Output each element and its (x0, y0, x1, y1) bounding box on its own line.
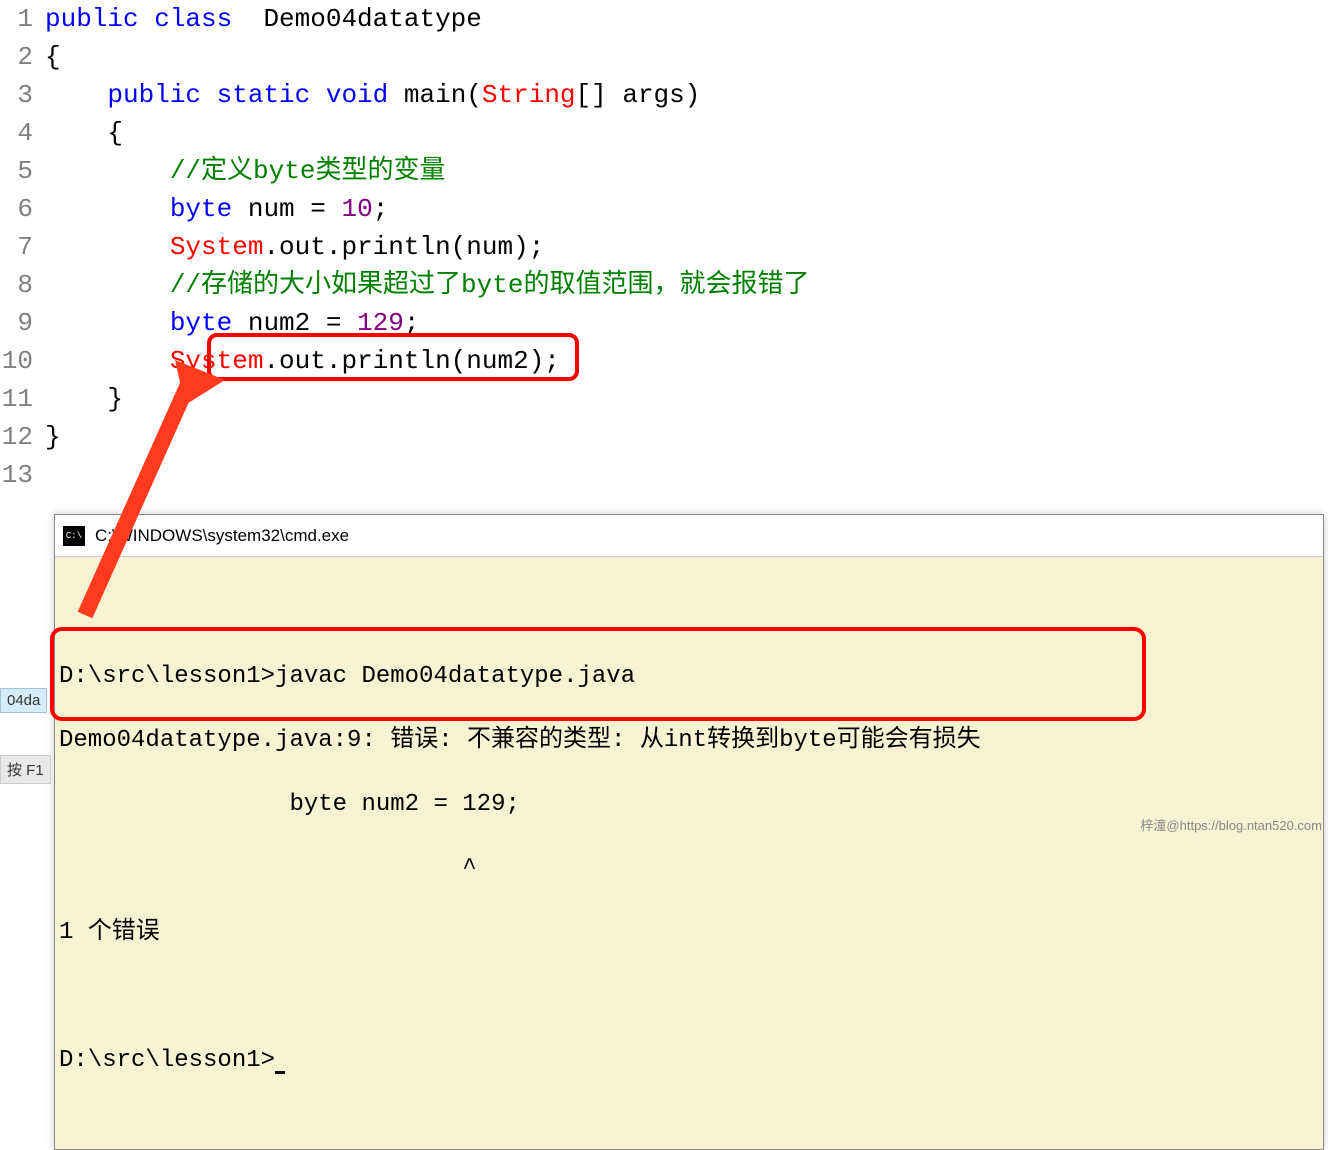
code-line[interactable]: System.out.println(num); (45, 228, 1328, 266)
cmd-title-text: C:\WINDOWS\system32\cmd.exe (95, 526, 349, 546)
code-token: num = (232, 194, 341, 224)
code-line[interactable]: { (45, 114, 1328, 152)
code-line[interactable]: //定义byte类型的变量 (45, 152, 1328, 190)
line-number: 6 (0, 190, 33, 228)
line-number: 11 (0, 380, 33, 418)
line-number: 1 (0, 0, 33, 38)
code-line[interactable]: public static void main(String[] args) (45, 76, 1328, 114)
line-number: 9 (0, 304, 33, 342)
code-editor: 12345678910111213 public class Demo04dat… (0, 0, 1328, 494)
code-token (45, 194, 170, 224)
cmd-line (59, 597, 1319, 629)
line-number: 4 (0, 114, 33, 152)
code-token (45, 346, 170, 376)
cmd-prompt-line: D:\src\lesson1> (59, 1045, 1319, 1077)
code-token: { (45, 118, 123, 148)
code-token (45, 80, 107, 110)
code-token: public class (45, 4, 232, 34)
code-token: public static void (107, 80, 388, 110)
line-number: 3 (0, 76, 33, 114)
code-line[interactable]: byte num2 = 129; (45, 304, 1328, 342)
code-token: main( (388, 80, 482, 110)
cmd-titlebar[interactable]: C:\WINDOWS\system32\cmd.exe (55, 515, 1323, 557)
code-line[interactable]: { (45, 38, 1328, 76)
code-token: [] args) (576, 80, 701, 110)
code-token (45, 308, 170, 338)
cmd-line: Demo04datatype.java:9: 错误: 不兼容的类型: 从int转… (59, 725, 1319, 757)
code-token: .out.println(num2); (263, 346, 559, 376)
code-token: //定义byte类型的变量 (170, 156, 446, 186)
code-token: ; (404, 308, 420, 338)
line-number: 13 (0, 456, 33, 494)
code-content[interactable]: public class Demo04datatype { public stat… (45, 0, 1328, 494)
tab-fragment-1[interactable]: 04da (0, 688, 47, 713)
code-line[interactable]: System.out.println(num2); (45, 342, 1328, 380)
code-token: Demo04datatype (232, 4, 482, 34)
line-number: 2 (0, 38, 33, 76)
code-token: System (170, 232, 264, 262)
code-line[interactable]: } (45, 380, 1328, 418)
code-line[interactable]: byte num = 10; (45, 190, 1328, 228)
cmd-line: D:\src\lesson1>javac Demo04datatype.java (59, 661, 1319, 693)
cursor (275, 1071, 285, 1074)
code-token: byte (170, 194, 232, 224)
code-token: num2 = (232, 308, 357, 338)
watermark: 梓潼@https://blog.ntan520.com (1140, 815, 1322, 834)
code-token (45, 270, 170, 300)
cmd-output[interactable]: D:\src\lesson1>javac Demo04datatype.java… (55, 557, 1323, 1149)
code-line[interactable]: } (45, 418, 1328, 456)
code-line[interactable] (45, 456, 1328, 494)
code-token: } (45, 422, 61, 452)
cmd-window: C:\WINDOWS\system32\cmd.exe D:\src\lesso… (54, 514, 1324, 1150)
cmd-line (59, 981, 1319, 1013)
code-line[interactable]: //存储的大小如果超过了byte的取值范围，就会报错了 (45, 266, 1328, 304)
code-line[interactable]: public class Demo04datatype (45, 0, 1328, 38)
cmd-line: ^ (59, 853, 1319, 885)
cmd-line: 1 个错误 (59, 917, 1319, 949)
line-number: 12 (0, 418, 33, 456)
code-token: { (45, 42, 61, 72)
cmd-icon (63, 526, 85, 546)
code-token: ; (373, 194, 389, 224)
code-token (45, 156, 170, 186)
code-token: 10 (341, 194, 372, 224)
line-number: 7 (0, 228, 33, 266)
code-token: System (170, 346, 264, 376)
code-token: //存储的大小如果超过了byte的取值范围，就会报错了 (170, 270, 810, 300)
code-token (45, 232, 170, 262)
line-number: 5 (0, 152, 33, 190)
line-number-gutter: 12345678910111213 (0, 0, 45, 494)
code-token: String (482, 80, 576, 110)
line-number: 8 (0, 266, 33, 304)
code-token: } (45, 384, 123, 414)
code-token: byte (170, 308, 232, 338)
line-number: 10 (0, 342, 33, 380)
code-token: .out.println(num); (263, 232, 544, 262)
cmd-line: byte num2 = 129; (59, 789, 1319, 821)
tab-fragment-2[interactable]: 按 F1 (0, 755, 51, 784)
code-token: 129 (357, 308, 404, 338)
